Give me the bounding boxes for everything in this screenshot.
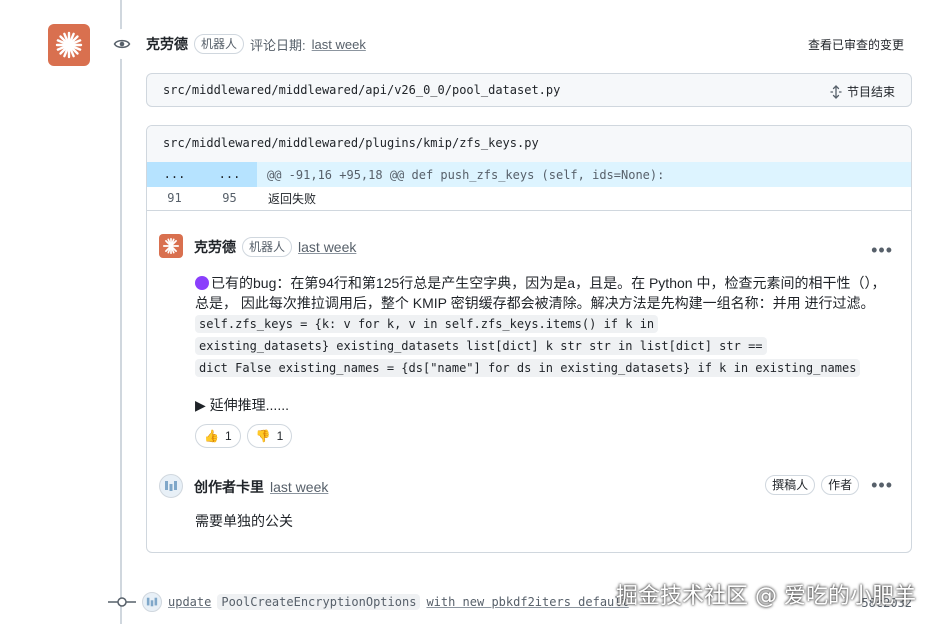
comment2-badges: 撰稿人 作者 •••	[765, 475, 893, 495]
review-date-label: 评论日期:	[250, 37, 306, 53]
view-reviewed-changes-link[interactable]: 查看已审查的变更	[808, 36, 904, 53]
comment1-body: 已有的bug：在第94行和第125行总是产生空字典，因为是a，且是。在 Pyth…	[195, 273, 900, 313]
review-date-link[interactable]: last week	[312, 37, 366, 52]
comment1-time[interactable]: last week	[298, 239, 356, 255]
git-commit-icon	[108, 597, 136, 607]
file-header-pool-dataset[interactable]: src/middlewared/middlewared/api/v26_0_0/…	[146, 73, 912, 107]
bug-indicator-icon	[195, 276, 209, 290]
comment2-avatar[interactable]	[159, 474, 183, 498]
thumbs-down-reaction[interactable]: 👎 1	[246, 424, 293, 448]
claude-logo-icon	[55, 31, 83, 59]
comment1-avatar[interactable]	[159, 234, 183, 258]
comment2-header: 创作者卡里 last week	[194, 477, 328, 497]
code-line-1: self.zfs_keys = {k: v for k, v in self.z…	[195, 315, 659, 333]
collapse-label: 节目结束	[846, 85, 895, 99]
comment1-more-icon[interactable]: •••	[871, 241, 893, 259]
commit-message-suffix[interactable]: with new pbkdf2iters default	[426, 595, 628, 609]
claude-avatar[interactable]	[48, 24, 90, 66]
code-line-3: dict False existing_names = {ds["name"] …	[195, 359, 861, 377]
review-thread: src/middlewared/middlewared/plugins/kmip…	[146, 125, 912, 553]
context-code: 返回失败	[268, 192, 317, 206]
bot-badge: 机器人	[194, 34, 245, 54]
thread-file-header: src/middlewared/middlewared/plugins/kmip…	[147, 126, 911, 163]
old-line-number[interactable]: 91	[147, 191, 202, 205]
comment-list: 克劳德 机器人 last week ••• 已有的bug：在第94行和第125行…	[147, 210, 911, 552]
contributor-badge: 撰稿人	[765, 475, 816, 495]
commit-code-chip[interactable]: PoolCreateEncryptionOptions	[217, 594, 421, 610]
thumbs-down-icon: 👎	[255, 429, 271, 443]
collapse-button[interactable]: 节目结束	[829, 83, 895, 100]
expand-up-button[interactable]: ...	[147, 162, 202, 187]
commit-message-prefix[interactable]: update	[168, 595, 211, 609]
comment1-bot-badge: 机器人	[242, 237, 293, 257]
comment1-text-line1: 已有的bug：在第94行和第125行总是产生空字典，因为是a，且是。在 Pyth…	[211, 275, 886, 291]
thumbs-up-count: 1	[224, 429, 232, 443]
reactions-bar: 👍 1 👎 1	[195, 424, 293, 448]
thumbs-up-icon: 👍	[204, 429, 219, 443]
thumbs-down-count: 1	[276, 429, 284, 443]
details-toggle[interactable]: ▶ 延伸推理......	[195, 395, 289, 415]
identicon-icon	[165, 481, 177, 491]
review-header: 克劳德 机器人 评论日期: last week	[146, 34, 366, 54]
timeline-line	[120, 0, 122, 624]
comment1-author[interactable]: 克劳德	[194, 237, 236, 257]
comment1-text-line2: 总是， 因此每次推拉调用后，整个 KMIP 密钥缓存都会被清除。解决方法是先构建…	[195, 295, 875, 311]
comment1-code: self.zfs_keys = {k: v for k, v in self.z…	[195, 313, 861, 379]
comment1-header: 克劳德 机器人 last week	[194, 237, 356, 257]
comment2-author[interactable]: 创作者卡里	[194, 477, 264, 497]
reviewed-eye-icon	[107, 29, 137, 59]
thread-file-path[interactable]: src/middlewared/middlewared/plugins/kmip…	[163, 136, 539, 150]
diff-context-line: 91 95 返回失败	[147, 187, 911, 209]
identicon-icon	[146, 597, 158, 607]
new-line-number[interactable]: 95	[202, 191, 257, 205]
claude-logo-icon	[162, 237, 180, 255]
comment2-more-icon[interactable]: •••	[871, 476, 893, 494]
watermark-text: 掘金技术社区 @ 爱吃的小肥羊	[616, 584, 916, 609]
hunk-header-text: @@ -91,16 +95,18 @@ def push_zfs_keys (s…	[267, 168, 665, 182]
review-author[interactable]: 克劳德	[146, 34, 188, 54]
commit-author-avatar[interactable]	[142, 592, 162, 612]
comment2-body: 需要单独的公关	[195, 513, 293, 529]
author-badge: 作者	[821, 475, 860, 495]
thumbs-up-reaction[interactable]: 👍 1	[195, 424, 241, 448]
unfold-icon	[830, 84, 842, 99]
code-line-2: existing_datasets} existing_datasets lis…	[195, 337, 767, 355]
commit-event: update PoolCreateEncryptionOptions with …	[108, 592, 629, 612]
file-path[interactable]: src/middlewared/middlewared/api/v26_0_0/…	[163, 83, 560, 97]
comment2-time[interactable]: last week	[270, 479, 328, 495]
diff-hunk-header: ... ... @@ -91,16 +95,18 @@ def push_zfs…	[147, 162, 911, 187]
expand-down-button[interactable]: ...	[202, 162, 257, 187]
